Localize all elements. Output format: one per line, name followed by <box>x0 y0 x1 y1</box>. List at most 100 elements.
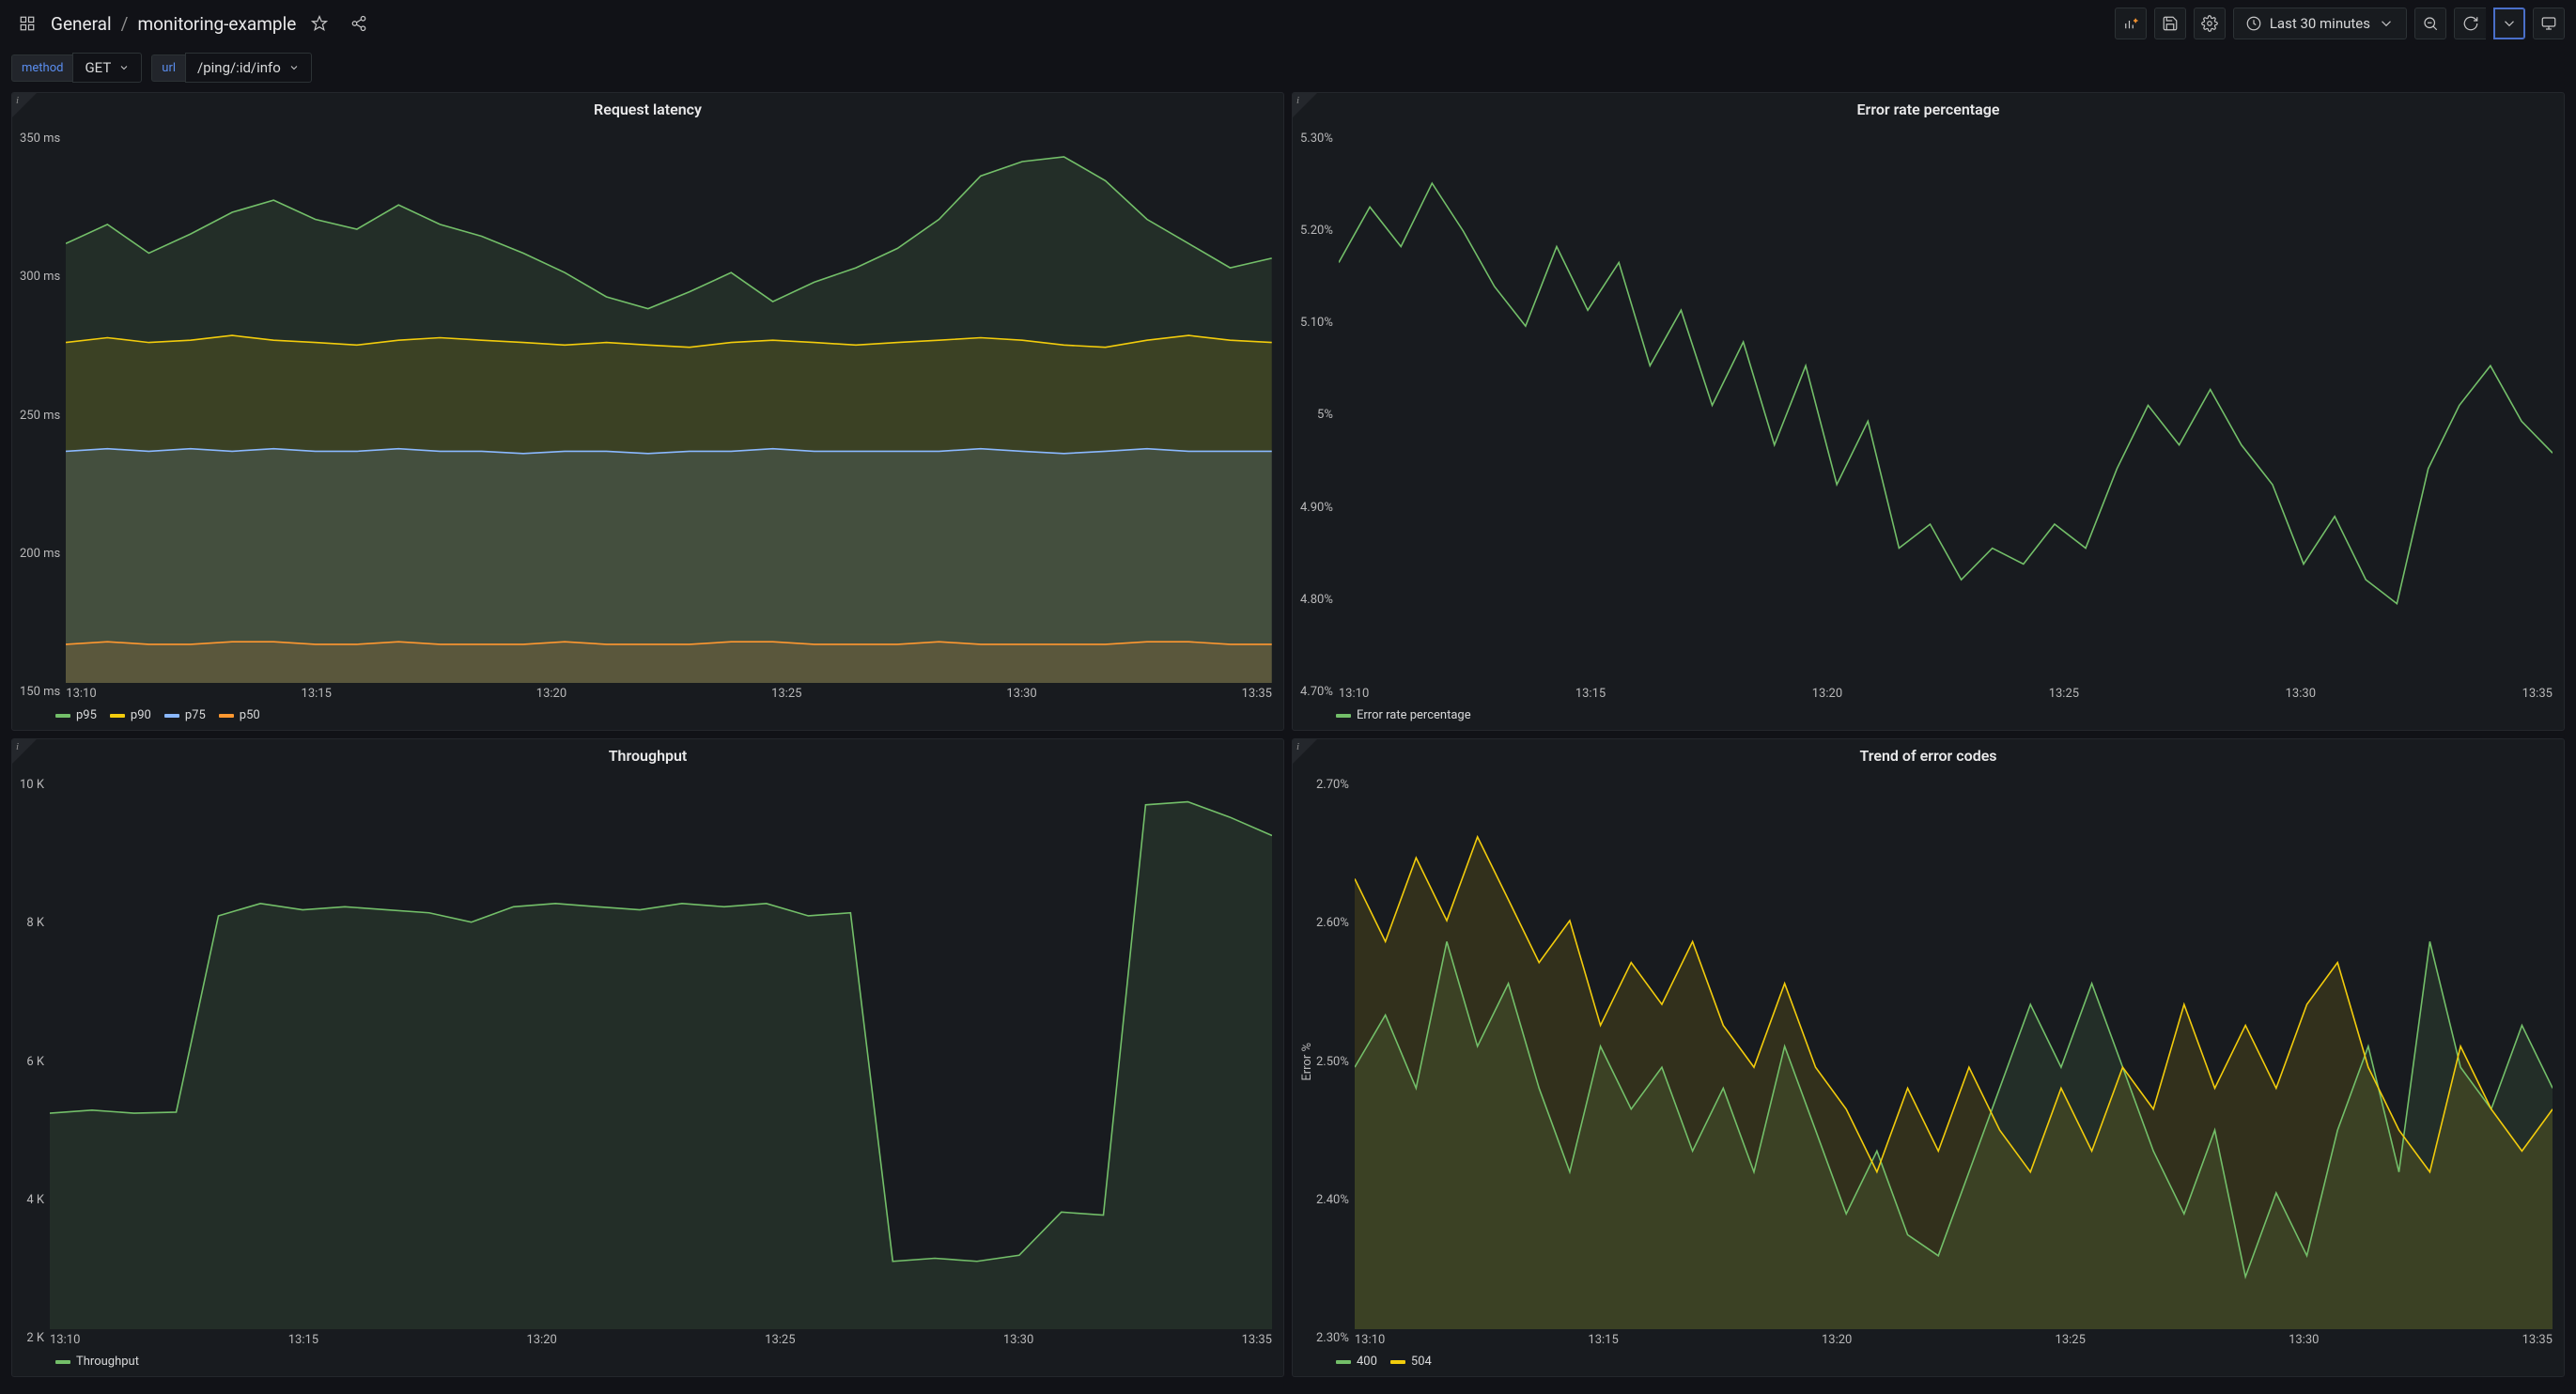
x-tick: 13:10 <box>1355 1333 1385 1347</box>
y-axis: 350 ms300 ms250 ms200 ms150 ms <box>18 128 66 703</box>
panel-title[interactable]: Trend of error codes <box>1293 739 2564 768</box>
panel-title[interactable]: Error rate percentage <box>1293 93 2564 122</box>
legend: Error rate percentage <box>1293 705 2564 730</box>
x-tick: 13:15 <box>288 1333 318 1347</box>
legend-item[interactable]: 400 <box>1336 1355 1377 1369</box>
var-method-picker[interactable]: GET <box>72 53 142 83</box>
breadcrumb-separator: / <box>121 13 129 35</box>
panel-latency: Request latency350 ms300 ms250 ms200 ms1… <box>11 92 1284 731</box>
var-url-picker[interactable]: /ping/:id/info <box>185 53 312 83</box>
var-method: method GET <box>11 53 142 83</box>
legend-swatch <box>110 714 125 718</box>
zoom-out-button[interactable] <box>2414 8 2446 39</box>
x-tick: 13:10 <box>1339 687 1369 701</box>
legend-item[interactable]: p95 <box>55 708 97 722</box>
x-tick: 13:25 <box>771 687 801 701</box>
x-tick: 13:35 <box>2522 687 2553 701</box>
y-axis: 10 K8 K6 K4 K2 K <box>18 774 50 1349</box>
y-tick: 200 ms <box>20 547 60 561</box>
x-tick: 13:30 <box>1003 1333 1033 1347</box>
dashboards-icon[interactable] <box>11 8 43 39</box>
legend-item[interactable]: Error rate percentage <box>1336 708 1471 722</box>
legend-swatch <box>55 714 70 718</box>
y-tick: 2 K <box>26 1331 44 1345</box>
y-tick: 300 ms <box>20 270 60 284</box>
var-url-value: /ping/:id/info <box>197 59 281 76</box>
panel-title[interactable]: Throughput <box>12 739 1283 768</box>
x-tick: 13:25 <box>2049 687 2079 701</box>
chevron-down-icon <box>288 62 300 73</box>
breadcrumb-folder[interactable]: General <box>51 13 112 35</box>
chart-area: 5.30%5.20%5.10%5%4.90%4.80%4.70%13:1013:… <box>1293 122 2564 705</box>
var-method-value: GET <box>85 59 111 76</box>
var-method-label: method <box>11 54 72 82</box>
x-tick: 13:20 <box>526 1333 556 1347</box>
star-icon[interactable] <box>303 8 335 39</box>
legend-item[interactable]: p90 <box>110 708 151 722</box>
chart-area: 350 ms300 ms250 ms200 ms150 ms13:1013:15… <box>12 122 1283 705</box>
legend-label: p50 <box>240 708 260 722</box>
chart-area: 10 K8 K6 K4 K2 K13:10 13:15 13:20 13:25 13:3… <box>12 768 1283 1351</box>
plot[interactable] <box>66 128 1272 683</box>
share-icon[interactable] <box>343 8 375 39</box>
panel-title[interactable]: Request latency <box>12 93 1283 122</box>
x-tick: 13:30 <box>2286 687 2316 701</box>
top-toolbar: General / monitoring-example Last 30 min… <box>0 0 2576 47</box>
refresh-button[interactable] <box>2454 8 2486 39</box>
chevron-down-icon <box>2378 15 2395 32</box>
y-tick: 2.40% <box>1316 1193 1349 1207</box>
legend-swatch <box>1336 714 1351 718</box>
y-axis-title: Error % <box>1298 1043 1314 1081</box>
x-axis: 13:1013:1513:2013:2513:3013:35 <box>66 683 1272 703</box>
plot[interactable] <box>50 774 1272 1329</box>
save-button[interactable] <box>2154 8 2186 39</box>
settings-button[interactable] <box>2194 8 2226 39</box>
legend: p95 p90 p75 p50 <box>12 705 1283 730</box>
legend-swatch <box>55 1360 70 1364</box>
breadcrumb-dashboard[interactable]: monitoring-example <box>137 13 296 35</box>
x-tick: 13:20 <box>536 687 566 701</box>
refresh-interval-picker[interactable] <box>2493 8 2525 39</box>
y-tick: 2.60% <box>1316 916 1349 930</box>
panel-info-icon[interactable] <box>12 93 37 117</box>
x-axis: 13:1013:1513:2013:2513:3013:35 <box>50 1329 1272 1349</box>
y-tick: 2.50% <box>1316 1055 1349 1069</box>
legend-item[interactable]: 504 <box>1390 1355 1432 1369</box>
toolbar-actions: Last 30 minutes <box>2115 8 2565 39</box>
panel-info-icon[interactable] <box>1293 739 1317 764</box>
kiosk-mode-button[interactable] <box>2533 8 2565 39</box>
y-tick: 5% <box>1317 408 1333 422</box>
legend-label: Throughput <box>76 1355 139 1369</box>
x-tick: 13:20 <box>1822 1333 1852 1347</box>
y-tick: 4.90% <box>1300 501 1333 515</box>
var-url: url /ping/:id/info <box>151 53 312 83</box>
legend-swatch <box>1390 1360 1405 1364</box>
legend-label: p75 <box>185 708 206 722</box>
panel-throughput: Throughput 10 K8 K6 K4 K2 K13:10 13:15 13:2… <box>11 738 1284 1377</box>
y-tick: 5.30% <box>1300 132 1333 146</box>
y-tick: 2.30% <box>1316 1331 1349 1345</box>
y-tick: 6 K <box>26 1055 44 1069</box>
x-tick: 13:25 <box>765 1333 795 1347</box>
plot[interactable] <box>1355 774 2553 1329</box>
legend-item[interactable]: p75 <box>164 708 206 722</box>
time-range-picker[interactable]: Last 30 minutes <box>2233 8 2407 39</box>
plot[interactable] <box>1339 128 2553 683</box>
time-range-label: Last 30 minutes <box>2270 15 2370 32</box>
y-axis: 2.70%2.60%2.50%2.40%2.30% <box>1314 774 1355 1349</box>
legend-item[interactable]: p50 <box>219 708 260 722</box>
x-tick: 13:10 <box>66 687 96 701</box>
panels-grid: Request latency350 ms300 ms250 ms200 ms1… <box>0 92 2576 1388</box>
legend: Throughput <box>12 1351 1283 1376</box>
legend-label: p90 <box>131 708 151 722</box>
legend-item[interactable]: Throughput <box>55 1355 139 1369</box>
x-tick: 13:15 <box>1575 687 1606 701</box>
var-url-label: url <box>151 54 185 82</box>
x-tick: 13:20 <box>1812 687 1842 701</box>
panel-info-icon[interactable] <box>12 739 37 764</box>
legend-swatch <box>1336 1360 1351 1364</box>
add-panel-button[interactable] <box>2115 8 2147 39</box>
x-tick: 13:10 <box>50 1333 80 1347</box>
panel-info-icon[interactable] <box>1293 93 1317 117</box>
x-axis: 13:1013:1513:2013:2513:3013:35 <box>1355 1329 2553 1349</box>
